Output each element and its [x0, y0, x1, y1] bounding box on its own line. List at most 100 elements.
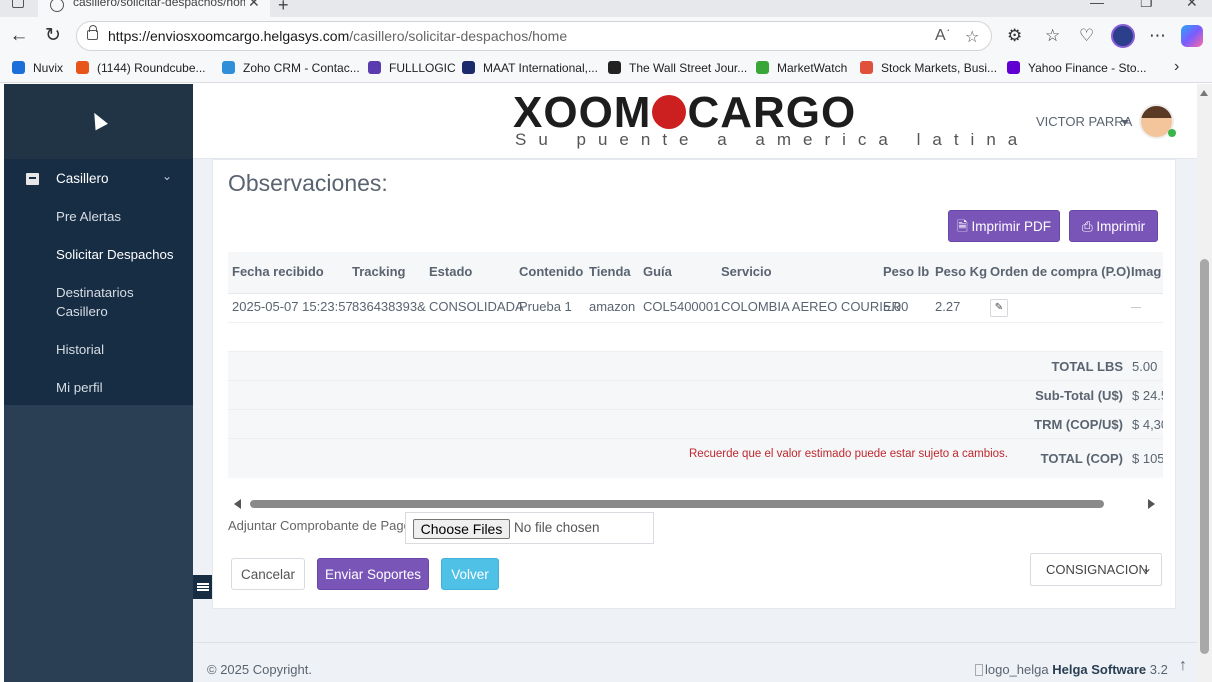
bookmark-item[interactable]: FULLLOGIC [368, 61, 456, 75]
sidebar-menu-casillero: Casillero ⌄ Pre Alertas Solicitar Despac… [4, 159, 193, 405]
print-button[interactable]: ⎙ Imprimir [1069, 210, 1158, 242]
sidebar-item-casillero[interactable]: Casillero ⌄ [26, 169, 176, 191]
online-status-icon [1168, 129, 1176, 137]
printer-icon: ⎙ [1081, 219, 1097, 234]
summary-row-total-lbs: TOTAL LBS 5.00 [228, 351, 1163, 380]
payment-file-input[interactable]: Choose Files No file chosen [405, 512, 654, 544]
column-header[interactable]: Peso lb [883, 264, 929, 279]
yahoo-icon [1007, 61, 1020, 74]
send-supports-button[interactable]: Enviar Soportes [317, 558, 429, 590]
top-navbar: XOOM CARGO Su puente a america latina VIC… [193, 84, 1197, 159]
sidebar-item-solicitar-despachos[interactable]: Solicitar Despachos [56, 245, 176, 264]
chevron-down-icon: ⌄ [162, 169, 173, 183]
paperclip-icon[interactable]: ✎ [990, 299, 1008, 317]
roundcube-icon [76, 61, 89, 74]
cell-contenido: Prueba 1 [519, 299, 572, 314]
copilot-icon[interactable] [1181, 25, 1203, 47]
sidebar-item-historial[interactable]: Historial [56, 340, 176, 359]
scrollbar-thumb[interactable] [250, 500, 1104, 508]
footer-brand-name: Helga Software [1052, 662, 1147, 677]
bookmark-item[interactable]: Stock Markets, Busi... [860, 61, 997, 75]
nuvix-icon [12, 61, 25, 74]
bookmark-item[interactable]: The Wall Street Jour... [608, 61, 747, 75]
refresh-icon[interactable]: ↻ [40, 24, 66, 48]
sidebar: Casillero ⌄ Pre Alertas Solicitar Despac… [4, 84, 193, 682]
column-header[interactable]: Contenido [519, 264, 583, 279]
trm-value: $ 4,30 [1132, 417, 1163, 432]
bookmark-label: Yahoo Finance - Sto... [1028, 61, 1147, 75]
cell-estado: CONSOLIDADA [429, 299, 524, 314]
user-menu[interactable]: VICTOR PARRA [1036, 114, 1132, 129]
column-header[interactable]: Fecha recibido [232, 264, 324, 279]
bookmark-item[interactable]: (1144) Roundcube... [76, 61, 206, 75]
sidebar-toggle-button[interactable] [193, 575, 214, 599]
scroll-up-icon[interactable] [1200, 90, 1208, 96]
total-lbs-label: TOTAL LBS [1051, 359, 1124, 374]
more-menu-icon[interactable]: ⋯ [1149, 26, 1166, 46]
payment-method-select[interactable]: CONSIGNACION ⌄ [1030, 553, 1162, 586]
cell-guia: COL5400001 [643, 299, 721, 314]
column-header[interactable]: Guía [643, 264, 672, 279]
favorite-star-icon[interactable]: ☆ [965, 27, 979, 47]
bookmark-item[interactable]: MarketWatch [756, 61, 847, 75]
close-window-icon[interactable]: ✕ [1186, 0, 1198, 11]
footer: © 2025 Copyright. logo_helga Helga Softw… [193, 642, 1197, 682]
minimize-icon[interactable]: — [1090, 0, 1104, 10]
bookmark-item[interactable]: MAAT International,... [462, 61, 598, 75]
browser-tab[interactable]: casillero/solicitar-despachos/hom ✕ [38, 0, 270, 17]
column-header[interactable]: Tracking [352, 264, 405, 279]
sidebar-item-pre-alertas[interactable]: Pre Alertas [56, 207, 176, 226]
scroll-top-icon[interactable]: ↑ [1179, 657, 1187, 675]
read-aloud-icon[interactable]: A͘ [935, 27, 946, 45]
cancel-button[interactable]: Cancelar [231, 558, 305, 590]
extensions-icon[interactable]: ⚙ [1007, 26, 1022, 46]
chevron-right-icon[interactable]: › [1174, 58, 1179, 76]
column-header[interactable]: Servicio [721, 264, 772, 279]
sidebar-item-mi-perfil[interactable]: Mi perfil [56, 378, 176, 397]
favorites-icon[interactable]: ☆ [1045, 26, 1060, 46]
footer-brand[interactable]: logo_helga Helga Software 3.2 [975, 662, 1168, 677]
scroll-right-icon[interactable] [1148, 499, 1155, 509]
new-tab-icon[interactable]: + [278, 0, 289, 16]
column-header[interactable]: Peso Kg [935, 264, 987, 279]
bookmark-label: FULLLOGIC [389, 61, 456, 75]
lock-icon[interactable] [87, 25, 98, 40]
url-text[interactable]: https://enviosxoomcargo.helgasys.com/cas… [108, 28, 567, 44]
bookmark-label: MarketWatch [777, 61, 848, 75]
tab-actions-icon[interactable] [12, 0, 24, 8]
table-horizontal-scrollbar[interactable] [228, 497, 1163, 511]
subtotal-label: Sub-Total (U$) [1035, 388, 1123, 403]
page-scrollbar-thumb[interactable] [1200, 259, 1209, 654]
profile-avatar[interactable] [1111, 24, 1135, 48]
file-pdf-icon: 🗎 [956, 219, 972, 234]
bookmark-item[interactable]: Yahoo Finance - Sto... [1007, 61, 1147, 75]
tab-close-icon[interactable]: ✕ [248, 0, 260, 11]
total-cop-label: TOTAL (COP) [1040, 451, 1123, 466]
print-label: Imprimir [1096, 219, 1146, 234]
page-scrollbar[interactable] [1197, 84, 1212, 682]
restore-icon[interactable]: ❐ [1140, 0, 1153, 11]
caret-down-icon[interactable] [1121, 120, 1129, 125]
back-icon[interactable]: ← [6, 24, 32, 48]
sidebar-item-label: Casillero [56, 171, 109, 186]
browser-tab-strip: casillero/solicitar-despachos/hom ✕ + — … [0, 0, 1212, 17]
summary-row-subtotal: Sub-Total (U$) $ 24.5 [228, 380, 1163, 409]
column-header[interactable]: Orden de compra (P.O) [990, 264, 1131, 279]
back-button[interactable]: Volver [441, 558, 499, 590]
column-header[interactable]: Tienda [589, 264, 631, 279]
print-pdf-button[interactable]: 🗎 Imprimir PDF [948, 210, 1060, 242]
estimate-notice: Recuerde que el valor estimado puede est… [689, 448, 1008, 460]
browser-essentials-icon[interactable]: ♡ [1079, 26, 1094, 46]
choose-files-button[interactable]: Choose Files [413, 519, 510, 539]
wsj-icon [608, 61, 621, 74]
bookmark-item[interactable]: Nuvix [12, 61, 63, 75]
column-header[interactable]: Estado [429, 264, 472, 279]
scroll-left-icon[interactable] [234, 499, 241, 509]
total-cop-value: $ 105, [1132, 451, 1163, 466]
column-header[interactable]: Imag [1131, 264, 1161, 279]
sidebar-item-destinatarios[interactable]: Destinatarios Casillero [56, 283, 176, 321]
table-header: Fecha recibido Tracking Estado Contenido… [228, 252, 1163, 294]
address-bar[interactable]: https://enviosxoomcargo.helgasys.com/cas… [76, 21, 992, 51]
globe-logo-icon [652, 95, 687, 129]
bookmark-item[interactable]: Zoho CRM - Contac... [222, 61, 360, 75]
